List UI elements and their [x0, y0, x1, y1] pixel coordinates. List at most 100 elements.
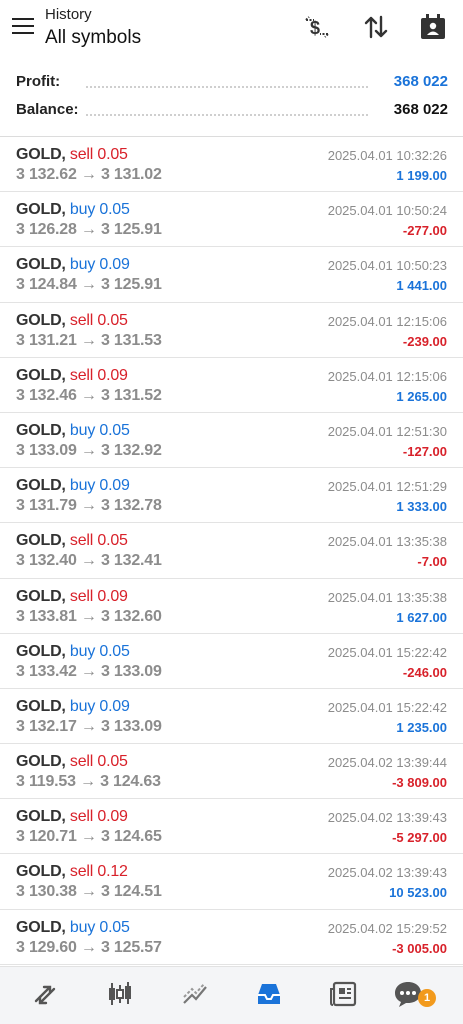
trade-row[interactable]: GOLD, sell 0.05 3 132.40 → 3 132.41 2025.0…	[0, 523, 463, 579]
trade-side-volume: sell 0.09	[69, 808, 128, 826]
trade-row[interactable]: GOLD, buy 0.05 3 133.09 → 3 132.92 2025.04…	[0, 413, 463, 469]
trade-symbol: GOLD, sell 0.05	[16, 753, 128, 771]
trade-row[interactable]: GOLD, buy 0.09 3 131.79 → 3 132.78 2025.04…	[0, 468, 463, 524]
dotted-leader	[86, 114, 368, 116]
trade-row[interactable]: GOLD, buy 0.09 3 124.84 → 3 125.91 2025.04…	[0, 247, 463, 303]
page-subtitle: History	[45, 6, 92, 23]
trade-side-volume: buy 0.05	[69, 201, 130, 219]
trade-time: 2025.04.01 10:50:23	[327, 258, 447, 274]
symbol-name: GOLD,	[16, 256, 66, 274]
trade-prices: 3 132.46 → 3 131.52	[16, 386, 162, 404]
trade-side-volume: sell 0.09	[69, 366, 128, 384]
sort-icon[interactable]	[361, 12, 391, 42]
symbol-name: GOLD,	[16, 421, 66, 439]
trade-time: 2025.04.01 12:51:30	[327, 423, 447, 439]
trade-symbol: GOLD, buy 0.05	[16, 201, 130, 219]
trade-side-volume: sell 0.05	[69, 753, 128, 771]
trade-profit: 1 333.00	[396, 499, 447, 515]
symbol-filter[interactable]: All symbols	[45, 27, 141, 49]
trade-time: 2025.04.01 10:32:26	[327, 148, 447, 163]
trade-prices: 3 126.28 → 3 125.91	[16, 221, 162, 239]
symbol-name: GOLD,	[16, 587, 66, 605]
currency-exchange-icon[interactable]: $	[302, 12, 332, 42]
symbol-name: GOLD,	[16, 697, 66, 715]
news-icon[interactable]	[329, 979, 359, 1009]
trade-row[interactable]: GOLD, buy 0.05 3 126.28 → 3 125.91 2025.04…	[0, 192, 463, 248]
history-icon[interactable]	[254, 979, 284, 1009]
trade-time: 2025.04.01 12:51:29	[327, 479, 447, 495]
trade-profit: 1 441.00	[396, 278, 447, 294]
trade-symbol: GOLD, buy 0.09	[16, 698, 130, 716]
balance-label: Balance:	[16, 101, 85, 118]
trade-time: 2025.04.01 13:35:38	[327, 589, 447, 605]
trade-symbol: GOLD, sell 0.09	[16, 367, 128, 385]
menu-icon[interactable]	[12, 18, 34, 36]
symbol-name: GOLD,	[16, 808, 66, 826]
trade-prices: 3 132.17 → 3 133.09	[16, 717, 162, 735]
symbol-name: GOLD,	[16, 311, 66, 329]
trade-side-volume: buy 0.05	[69, 918, 130, 936]
trade-symbol: GOLD, buy 0.09	[16, 256, 130, 274]
trade-row[interactable]: GOLD, buy 0.09 3 132.17 → 3 133.09 2025.04…	[0, 689, 463, 745]
trade-symbol: GOLD, sell 0.09	[16, 808, 128, 826]
profit-value: 368 022	[387, 73, 448, 90]
trade-time: 2025.04.02 13:39:43	[327, 810, 447, 826]
messages-badge: 1	[418, 989, 436, 1007]
trade-prices: 3 132.62 → 3 131.02	[16, 166, 162, 183]
trade-profit: -3 809.00	[392, 775, 447, 791]
trade-time: 2025.04.02 13:39:43	[327, 865, 447, 881]
trade-profit: -246.00	[402, 664, 447, 680]
trade-time: 2025.04.01 13:35:38	[327, 534, 447, 550]
symbol-name: GOLD,	[16, 146, 66, 163]
trade-row[interactable]: GOLD, buy 0.05 3 133.42 → 3 133.09 2025.04…	[0, 634, 463, 689]
trade-symbol: GOLD, sell 0.05	[16, 146, 128, 164]
trade-side-volume: buy 0.05	[69, 421, 130, 439]
chart-icon[interactable]	[105, 979, 135, 1009]
trade-profit: -127.00	[402, 443, 447, 459]
trade-row[interactable]: GOLD, buy 0.05 3 129.60 → 3 125.57 2025.04…	[0, 910, 463, 965]
trade-profit: -239.00	[402, 333, 447, 349]
trade-row[interactable]: GOLD, sell 0.12 3 130.38 → 3 124.51 2025.0…	[0, 854, 463, 910]
trade-profit: -7.00	[417, 554, 447, 570]
symbol-name: GOLD,	[16, 366, 66, 384]
trade-symbol: GOLD, buy 0.05	[16, 919, 130, 937]
trade-time: 2025.04.01 12:15:06	[327, 368, 447, 384]
trade-side-volume: sell 0.05	[69, 532, 128, 550]
trade-row[interactable]: GOLD, sell 0.09 3 120.71 → 3 124.65 2025.0…	[0, 799, 463, 855]
symbol-name: GOLD,	[16, 918, 66, 936]
trade-profit: 10 523.00	[389, 885, 447, 901]
trade-side-volume: sell 0.09	[69, 587, 128, 605]
quotes-icon[interactable]	[30, 979, 60, 1009]
trade-row[interactable]: GOLD, sell 0.05 3 131.21 → 3 131.53 2025.0…	[0, 303, 463, 358]
trade-prices: 3 131.79 → 3 132.78	[16, 497, 162, 515]
balance-row: Balance: 368 022	[16, 101, 448, 123]
trade-time: 2025.04.01 15:22:42	[327, 644, 447, 660]
trade-row[interactable]: GOLD, sell 0.09 3 132.46 → 3 131.52 2025.0…	[0, 358, 463, 413]
trade-prices: 3 133.42 → 3 133.09	[16, 662, 162, 680]
trade-profit: -277.00	[402, 223, 447, 239]
trade-symbol: GOLD, buy 0.05	[16, 643, 130, 661]
trade-side-volume: buy 0.05	[69, 642, 130, 660]
trade-symbol: GOLD, sell 0.05	[16, 312, 128, 330]
trade-side-volume: buy 0.09	[69, 477, 130, 495]
profit-label: Profit:	[16, 73, 67, 90]
svg-text:$: $	[310, 18, 320, 38]
trade-side-volume: sell 0.05	[69, 146, 128, 163]
balance-value: 368 022	[387, 101, 448, 118]
trade-row[interactable]: GOLD, sell 0.05 3 132.62 → 3 131.02 2025.0…	[0, 137, 463, 193]
trade-prices: 3 133.81 → 3 132.60	[16, 607, 162, 625]
trade-history-list[interactable]: GOLD, sell 0.05 3 132.62 → 3 131.02 2025.0…	[0, 137, 463, 965]
trade-side-volume: sell 0.05	[69, 311, 128, 329]
trade-row[interactable]: GOLD, sell 0.09 3 133.81 → 3 132.60 2025.0…	[0, 579, 463, 634]
trade-prices: 3 119.53 → 3 124.63	[16, 773, 161, 791]
symbol-name: GOLD,	[16, 477, 66, 495]
trade-profit: 1 235.00	[396, 719, 447, 735]
trade-time: 2025.04.01 15:22:42	[327, 699, 447, 715]
trade-icon[interactable]	[180, 979, 210, 1009]
trade-prices: 3 131.21 → 3 131.53	[16, 331, 162, 349]
trade-prices: 3 124.84 → 3 125.91	[16, 276, 162, 294]
calendar-icon[interactable]	[418, 12, 448, 42]
trade-time: 2025.04.02 13:39:44	[327, 755, 447, 771]
profit-row: Profit: 368 022	[16, 73, 448, 95]
trade-row[interactable]: GOLD, sell 0.05 3 119.53 → 3 124.63 2025.0…	[0, 744, 463, 800]
